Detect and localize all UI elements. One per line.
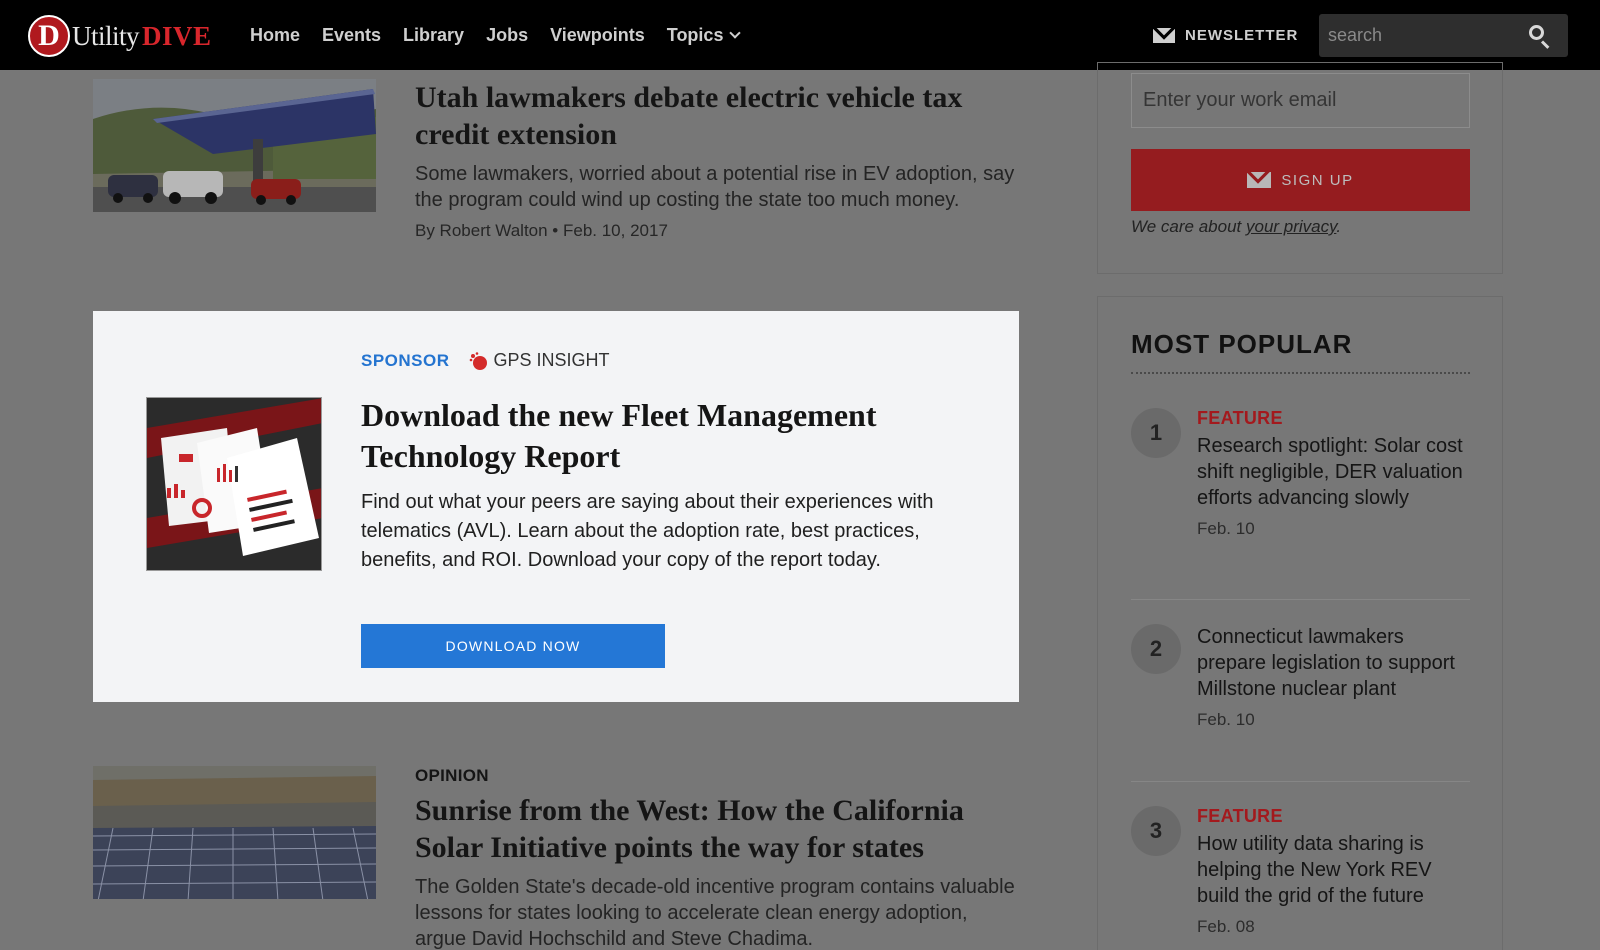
- main-nav: Home Events Library Jobs Viewpoints Topi…: [250, 0, 761, 70]
- sign-up-label: SIGN UP: [1281, 171, 1354, 189]
- popular-item-body: FEATURE How utility data sharing is help…: [1197, 806, 1467, 937]
- item-divider: [1131, 781, 1470, 782]
- most-popular-heading: MOST POPULAR: [1131, 329, 1353, 359]
- nav-link-topics[interactable]: Topics: [666, 24, 742, 46]
- privacy-note: We care about your privacy.: [1131, 217, 1341, 237]
- privacy-prefix: We care about: [1131, 217, 1246, 236]
- nav-link-library[interactable]: Library: [403, 25, 464, 46]
- article-thumbnail-ev-charging[interactable]: [93, 79, 376, 212]
- sponsor-title[interactable]: Download the new Fleet Management Techno…: [361, 395, 981, 477]
- newsletter-signup-panel: SIGN UP We care about your privacy.: [1097, 62, 1503, 274]
- nav-link-viewpoints[interactable]: Viewpoints: [550, 25, 645, 46]
- popular-item-date: Feb. 10: [1197, 519, 1255, 538]
- sign-up-button[interactable]: SIGN UP: [1131, 149, 1470, 211]
- rank-badge: 3: [1131, 806, 1181, 856]
- newsletter-link[interactable]: NEWSLETTER: [1153, 0, 1298, 70]
- gps-insight-logo-icon: [469, 351, 487, 370]
- item-divider: [1131, 599, 1470, 600]
- popular-item-body: Connecticut lawmakers prepare legislatio…: [1197, 624, 1467, 730]
- popular-item-date: Feb. 10: [1197, 710, 1255, 729]
- article-description: The Golden State's decade-old incentive …: [415, 876, 1015, 950]
- popular-item-title[interactable]: Research spotlight: Solar cost shift neg…: [1197, 433, 1467, 511]
- heading-divider: [1131, 372, 1470, 374]
- popular-item-title[interactable]: How utility data sharing is helping the …: [1197, 831, 1467, 909]
- sponsor-label: SPONSOR: [361, 350, 450, 370]
- sponsored-content-box: SPONSOR GPS INSIGHT Download the new Fle…: [93, 311, 1019, 702]
- article-text: Utah lawmakers debate electric vehicle t…: [415, 79, 1015, 241]
- article-description: Some lawmakers, worried about a potentia…: [415, 163, 1015, 211]
- nav-link-home[interactable]: Home: [250, 25, 300, 46]
- sponsor-label-row: SPONSOR GPS INSIGHT: [361, 350, 610, 371]
- nav-link-topics-label: Topics: [666, 24, 724, 45]
- download-now-button[interactable]: DOWNLOAD NOW: [361, 624, 665, 668]
- popular-item-body: FEATURE Research spotlight: Solar cost s…: [1197, 408, 1467, 539]
- popular-item-tag: FEATURE: [1197, 806, 1283, 826]
- search-icon: [1529, 25, 1544, 40]
- chevron-down-icon: [729, 26, 742, 39]
- article-kicker: OPINION: [415, 766, 489, 785]
- rank-badge: 1: [1131, 408, 1181, 458]
- nav-link-jobs[interactable]: Jobs: [486, 25, 528, 46]
- article-title[interactable]: Utah lawmakers debate electric vehicle t…: [415, 79, 1015, 153]
- logo-word-dive: DIVE: [142, 20, 212, 51]
- work-email-field[interactable]: [1131, 73, 1470, 128]
- privacy-suffix: .: [1336, 217, 1342, 236]
- nav-link-events[interactable]: Events: [322, 25, 381, 46]
- search-box: [1319, 14, 1568, 57]
- logo-word-utility: Utility: [72, 20, 140, 51]
- search-icon-handle: [1540, 40, 1550, 49]
- most-popular-panel: MOST POPULAR 1 FEATURE Research spotligh…: [1097, 296, 1503, 950]
- article-byline: By Robert Walton • Feb. 10, 2017: [415, 221, 668, 240]
- utility-dive-logo[interactable]: D Utility DIVE: [28, 15, 212, 57]
- envelope-icon: [1247, 172, 1272, 188]
- privacy-link[interactable]: your privacy: [1246, 217, 1336, 236]
- envelope-icon: [1153, 27, 1175, 43]
- popular-item-title[interactable]: Connecticut lawmakers prepare legislatio…: [1197, 624, 1467, 702]
- sponsor-description: Find out what your peers are saying abou…: [361, 491, 934, 571]
- newsletter-label: NEWSLETTER: [1185, 26, 1299, 44]
- popular-item-date: Feb. 08: [1197, 917, 1255, 936]
- article-title[interactable]: Sunrise from the West: How the Californi…: [415, 792, 1015, 866]
- rank-badge: 2: [1131, 624, 1181, 674]
- sponsor-company-name: GPS INSIGHT: [493, 350, 610, 370]
- popular-item-tag: FEATURE: [1197, 408, 1283, 428]
- report-cover-image[interactable]: [146, 397, 322, 571]
- article-text: OPINION Sunrise from the West: How the C…: [415, 766, 1015, 950]
- search-button[interactable]: [1526, 22, 1554, 50]
- search-input[interactable]: [1319, 14, 1519, 57]
- article-thumbnail-solar-field[interactable]: [93, 766, 376, 899]
- logo-d-badge: D: [28, 15, 70, 57]
- top-navigation-bar: D Utility DIVE Home Events Library Jobs …: [0, 0, 1600, 70]
